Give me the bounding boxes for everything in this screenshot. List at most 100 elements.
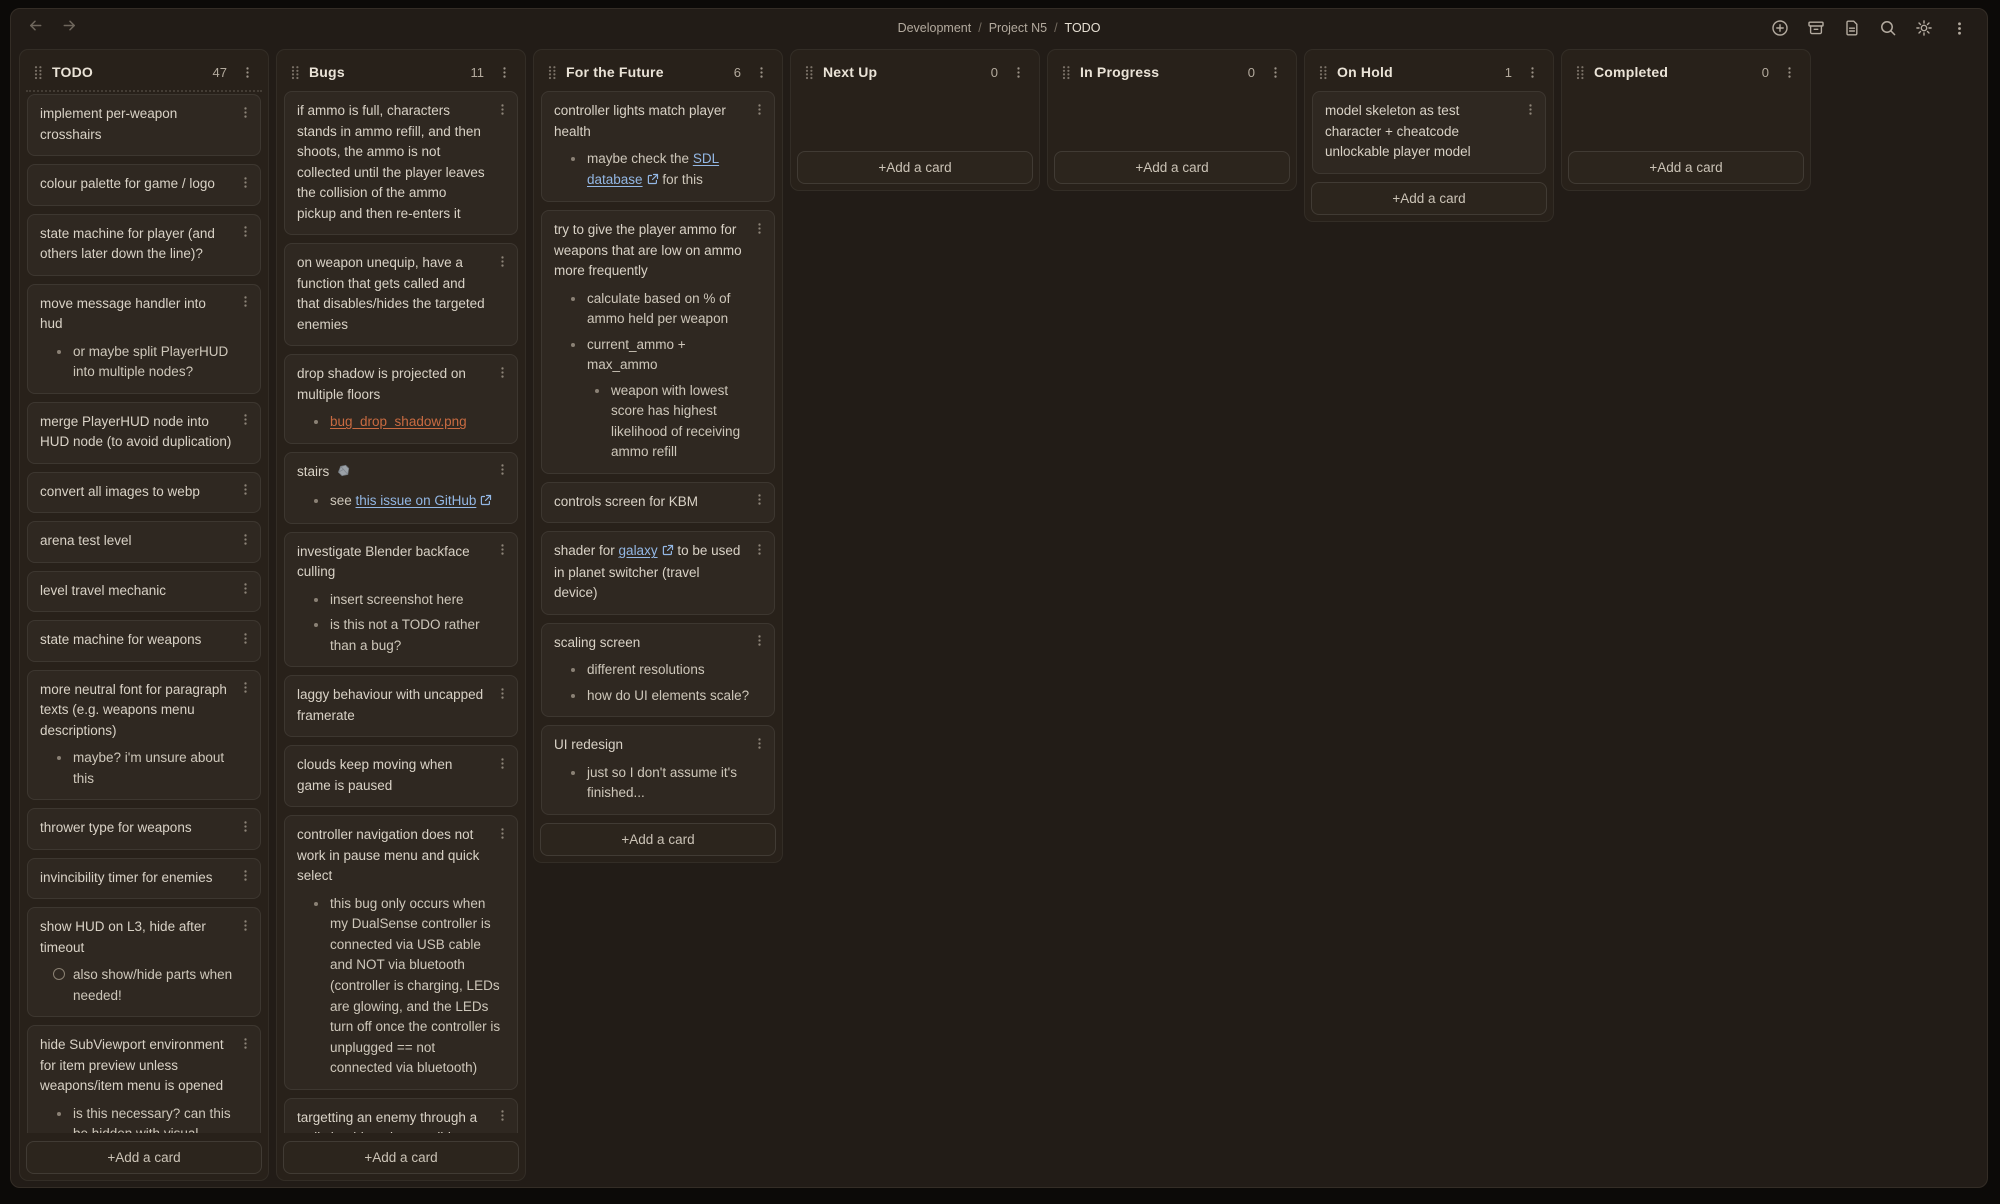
drag-handle-icon[interactable] [547, 65, 557, 80]
drag-handle-icon[interactable] [33, 65, 43, 80]
breadcrumb-item[interactable]: Project N5 [989, 21, 1047, 35]
card[interactable]: show HUD on L3, hide after timeoutalso s… [27, 907, 261, 1017]
card[interactable]: move message handler into hudor maybe sp… [27, 284, 261, 394]
add-card-button[interactable]: +Add a card [797, 151, 1033, 184]
card[interactable]: try to give the player ammo for weapons … [541, 210, 775, 474]
card[interactable]: shader for galaxy to be used in planet s… [541, 531, 775, 615]
card[interactable]: invincibility timer for enemies [27, 858, 261, 900]
card-menu-button[interactable] [1522, 101, 1538, 117]
settings-button[interactable] [1914, 19, 1933, 38]
card-menu-button[interactable] [751, 492, 767, 508]
card[interactable]: state machine for player (and others lat… [27, 214, 261, 276]
card-menu-button[interactable] [494, 1108, 510, 1124]
add-card-button[interactable]: +Add a card [283, 1141, 519, 1174]
card-menu-button[interactable] [494, 825, 510, 841]
card[interactable]: thrower type for weapons [27, 808, 261, 850]
card-menu-button[interactable] [751, 220, 767, 236]
card-bullets: also show/hide parts when needed! [40, 965, 248, 1006]
card[interactable]: drop shadow is projected on multiple flo… [284, 354, 518, 444]
card-menu-button[interactable] [237, 818, 253, 834]
more-options-button[interactable] [1950, 19, 1969, 38]
drag-handle-icon[interactable] [1575, 65, 1585, 80]
card-menu-button[interactable] [751, 735, 767, 751]
card[interactable]: UI redesignjust so I don't assume it's f… [541, 725, 775, 815]
add-card-button[interactable]: +Add a card [1311, 182, 1547, 215]
card[interactable]: scaling screendifferent resolutionshow d… [541, 623, 775, 718]
add-card-button[interactable]: +Add a card [1054, 151, 1290, 184]
archive-button[interactable] [1806, 19, 1825, 38]
notes-button[interactable] [1842, 19, 1861, 38]
card[interactable]: stairs see this issue on GitHub [284, 452, 518, 524]
card[interactable]: targetting an enemy through a wall shoul… [284, 1098, 518, 1133]
text-segment: move message handler into hud [40, 296, 206, 332]
card-menu-button[interactable] [237, 531, 253, 547]
breadcrumb-item[interactable]: Development [898, 21, 972, 35]
card[interactable]: level travel mechanic [27, 571, 261, 613]
card-menu-button[interactable] [494, 253, 510, 269]
card[interactable]: implement per-weapon crosshairs [27, 94, 261, 156]
add-card-button[interactable]: +Add a card [1568, 151, 1804, 184]
column-menu-button[interactable] [1266, 63, 1284, 81]
card-menu-button[interactable] [237, 1035, 253, 1051]
card[interactable]: controls screen for KBM [541, 482, 775, 524]
drag-handle-icon[interactable] [804, 65, 814, 80]
drag-handle-icon[interactable] [290, 65, 300, 80]
card-menu-button[interactable] [237, 104, 253, 120]
card-menu-button[interactable] [494, 101, 510, 117]
card-link[interactable]: this issue on GitHub [356, 493, 477, 508]
card[interactable]: model skeleton as test character + cheat… [1312, 91, 1546, 174]
card-menu-button[interactable] [237, 868, 253, 884]
new-card-button[interactable] [1770, 19, 1789, 38]
forward-button[interactable] [59, 18, 79, 38]
card[interactable]: controller navigation does not work in p… [284, 815, 518, 1089]
card-menu-button[interactable] [237, 174, 253, 190]
card-menu-button[interactable] [751, 541, 767, 557]
card[interactable]: colour palette for game / logo [27, 164, 261, 206]
column-menu-button[interactable] [495, 63, 513, 81]
card[interactable]: more neutral font for paragraph texts (e… [27, 670, 261, 801]
card[interactable]: laggy behaviour with uncapped framerate [284, 675, 518, 737]
column-menu-button[interactable] [238, 63, 256, 81]
column-menu-button[interactable] [752, 63, 770, 81]
card-title: scaling screen [554, 633, 762, 654]
card-menu-button[interactable] [237, 630, 253, 646]
drag-handle-icon[interactable] [1061, 65, 1071, 80]
card[interactable]: arena test level [27, 521, 261, 563]
add-card-button[interactable]: +Add a card [540, 823, 776, 856]
card[interactable]: state machine for weapons [27, 620, 261, 662]
card-menu-button[interactable] [494, 685, 510, 701]
card-menu-button[interactable] [751, 633, 767, 649]
card-menu-button[interactable] [237, 581, 253, 597]
card[interactable]: if ammo is full, characters stands in am… [284, 91, 518, 235]
card-menu-button[interactable] [237, 482, 253, 498]
card[interactable]: hide SubViewport environment for item pr… [27, 1025, 261, 1133]
card[interactable]: investigate Blender backface cullinginse… [284, 532, 518, 668]
card[interactable]: clouds keep moving when game is paused [284, 745, 518, 807]
card-menu-button[interactable] [494, 462, 510, 478]
card-link[interactable]: galaxy [619, 543, 658, 558]
column-menu-button[interactable] [1523, 63, 1541, 81]
drag-handle-icon[interactable] [1318, 65, 1328, 80]
card-link[interactable]: bug_drop_shadow.png [330, 414, 467, 429]
topbar-actions [1770, 9, 1969, 47]
card[interactable]: controller lights match player healthmay… [541, 91, 775, 202]
column-menu-button[interactable] [1780, 63, 1798, 81]
card-menu-button[interactable] [751, 101, 767, 117]
card[interactable]: convert all images to webp [27, 472, 261, 514]
card-menu-button[interactable] [494, 542, 510, 558]
card-menu-button[interactable] [237, 412, 253, 428]
card[interactable]: on weapon unequip, have a function that … [284, 243, 518, 346]
card[interactable]: merge PlayerHUD node into HUD node (to a… [27, 402, 261, 464]
card-menu-button[interactable] [237, 680, 253, 696]
back-button[interactable] [25, 18, 45, 38]
checkbox-circle-icon[interactable] [52, 965, 66, 1006]
card-menu-button[interactable] [237, 294, 253, 310]
search-button[interactable] [1878, 19, 1897, 38]
card-bullets: maybe? i'm unsure about this [40, 748, 248, 789]
card-menu-button[interactable] [237, 224, 253, 240]
card-menu-button[interactable] [237, 917, 253, 933]
card-menu-button[interactable] [494, 364, 510, 380]
column-menu-button[interactable] [1009, 63, 1027, 81]
add-card-button[interactable]: +Add a card [26, 1141, 262, 1174]
card-menu-button[interactable] [494, 755, 510, 771]
